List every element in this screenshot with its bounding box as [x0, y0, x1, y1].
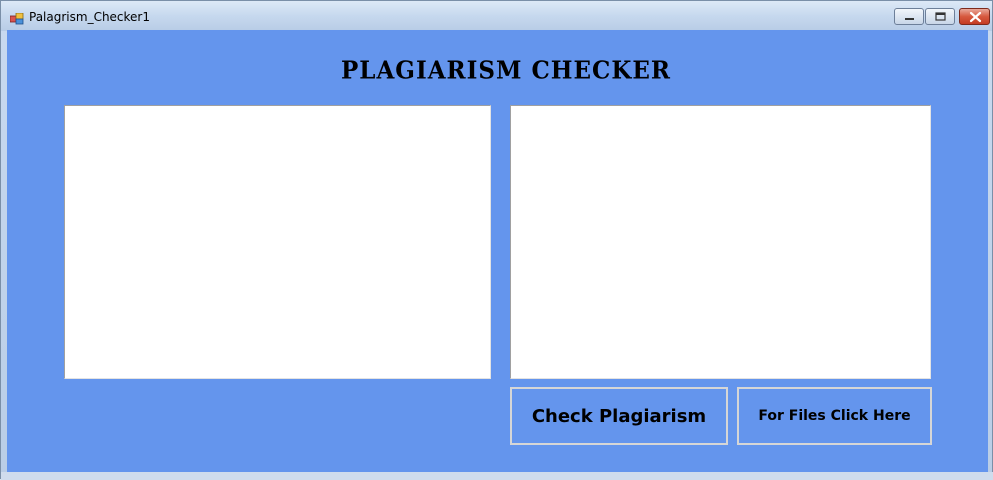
files-button[interactable]: For Files Click Here [737, 387, 932, 445]
app-window: Palagrism_Checker1 PLAGIARISM CHECKER Ch… [0, 0, 993, 480]
page-title: PLAGIARISM CHECKER [340, 56, 672, 85]
window-title: Palagrism_Checker1 [29, 10, 151, 24]
title-bar[interactable]: Palagrism_Checker1 [1, 1, 992, 31]
files-button-label: For Files Click Here [758, 408, 911, 424]
left-text-input[interactable] [64, 105, 491, 379]
close-button[interactable] [959, 8, 990, 25]
app-window-icon [9, 10, 24, 25]
check-plagiarism-label: Check Plagiarism [531, 405, 707, 427]
maximize-button[interactable] [925, 8, 955, 25]
right-text-input[interactable] [510, 105, 931, 379]
check-plagiarism-button[interactable]: Check Plagiarism [510, 387, 728, 445]
form-body: PLAGIARISM CHECKER Check Plagiarism For … [7, 30, 988, 472]
minimize-button[interactable] [894, 8, 924, 25]
